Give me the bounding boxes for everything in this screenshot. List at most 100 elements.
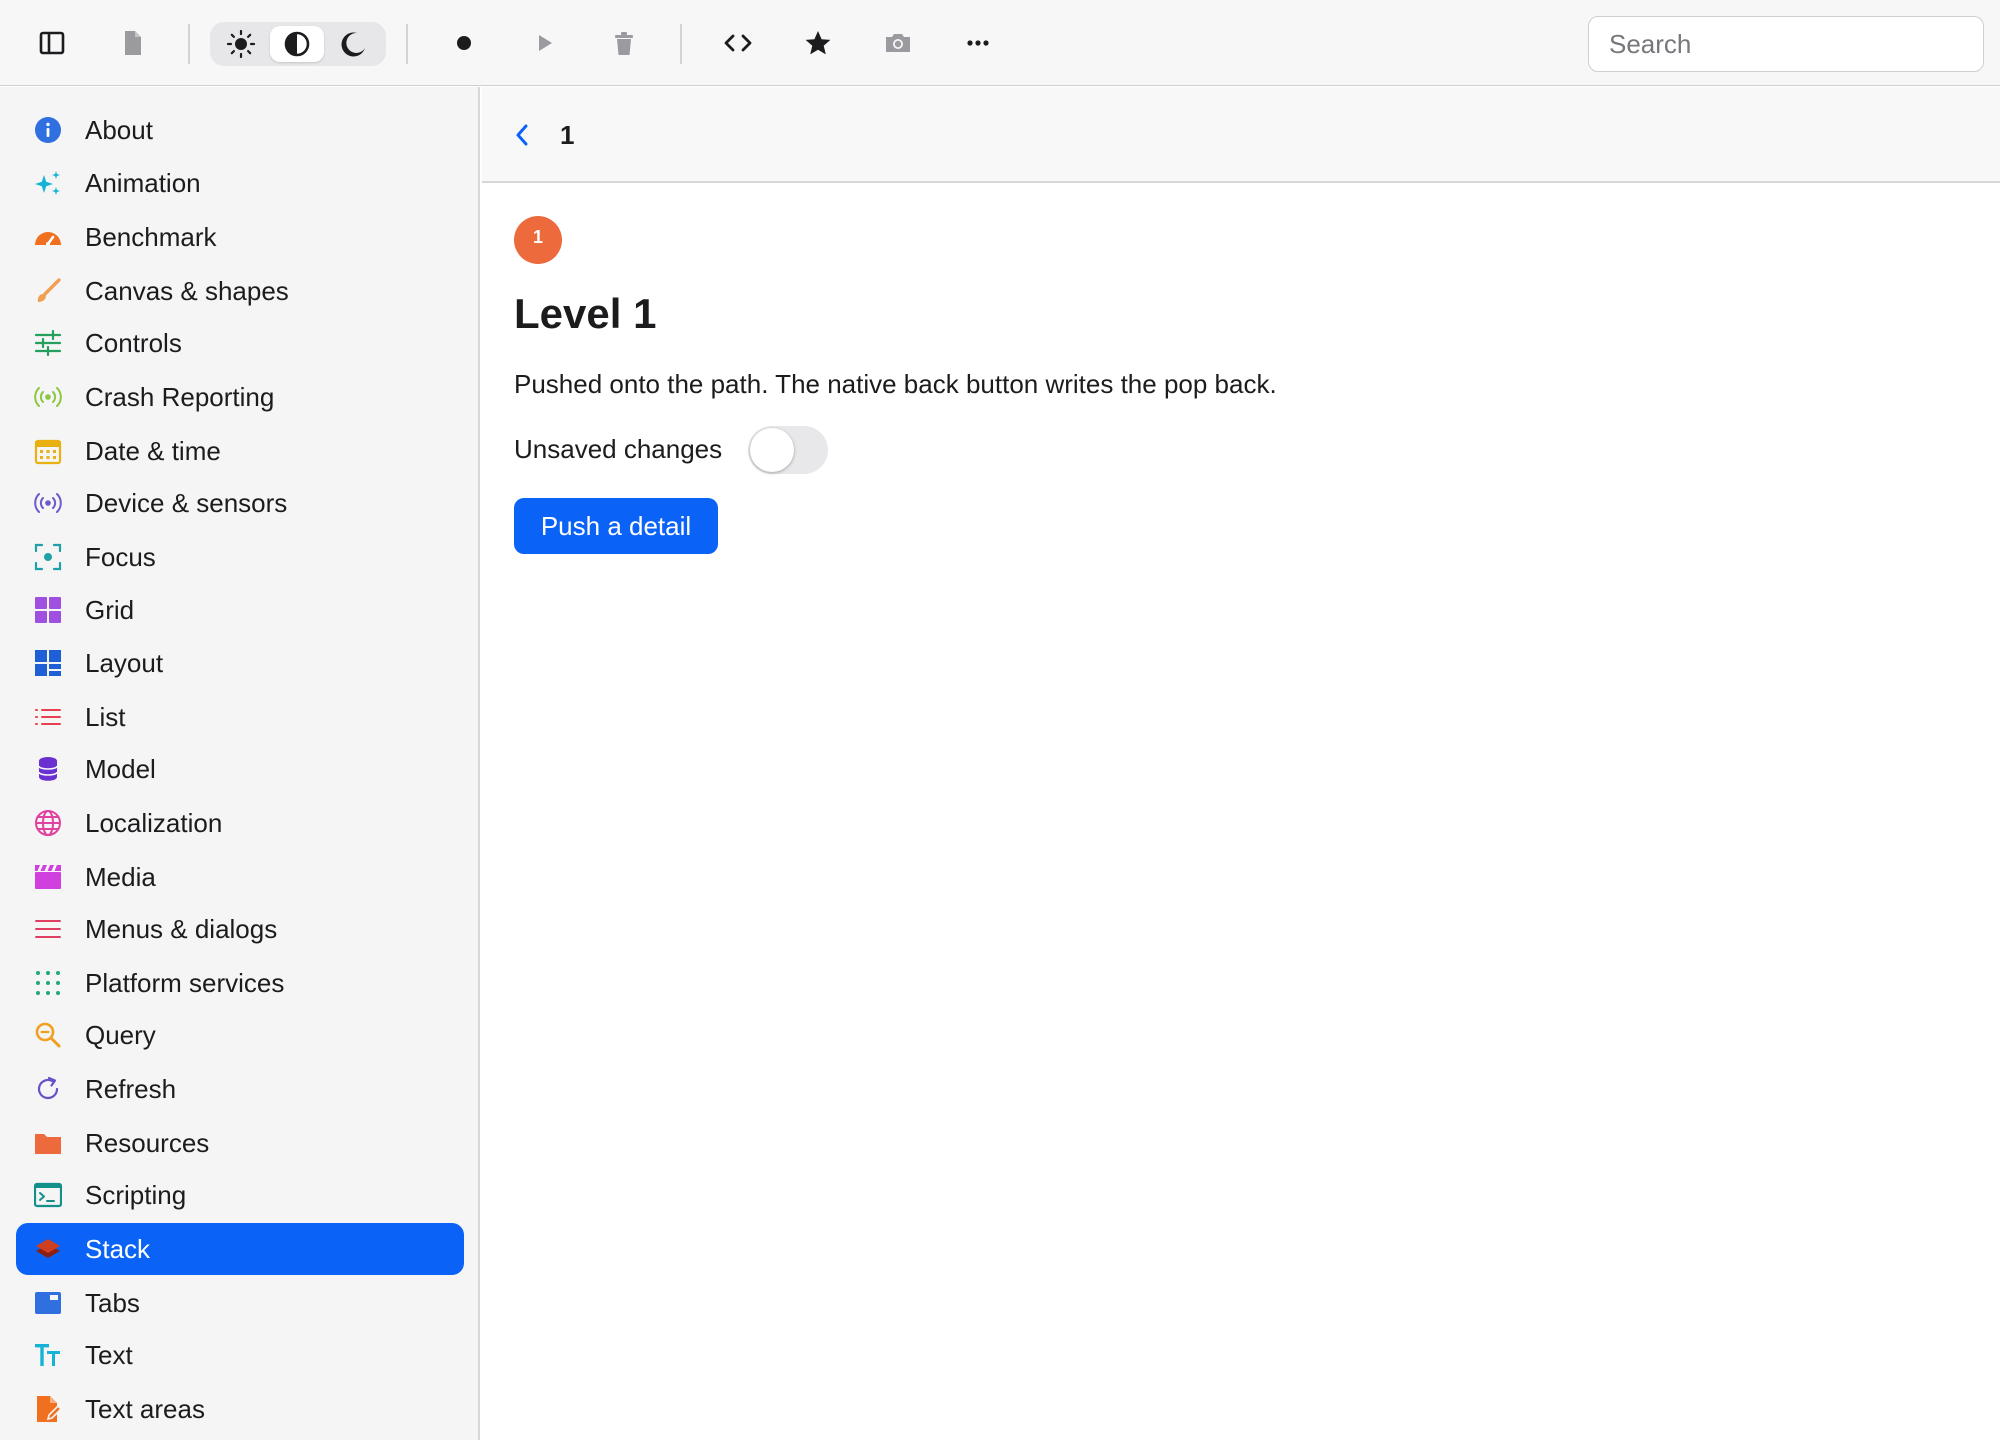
sidebar-item-label: Layout (85, 648, 164, 678)
search-input[interactable] (1588, 16, 1984, 72)
sidebar-item-label: Crash Reporting (85, 382, 275, 412)
sidebar-item-label: Text (85, 1340, 133, 1370)
sensor-icon (34, 489, 62, 517)
sidebar-item-focus[interactable]: Focus (16, 531, 464, 583)
toolbar (0, 0, 2000, 86)
sidebar-item-localization[interactable]: Localization (16, 797, 464, 849)
sidebar-item-label: Platform services (85, 968, 285, 998)
sun-icon[interactable] (214, 26, 268, 62)
sidebar-item-label: List (85, 702, 126, 732)
calendar-icon (34, 437, 62, 465)
sidebar: About Animation Benchmark Canvas & shape… (0, 87, 480, 1440)
back-button[interactable] (498, 111, 546, 159)
sidebar-item-controls[interactable]: Controls (16, 317, 464, 369)
sidebar-item-label: Device & sensors (85, 488, 288, 518)
unsaved-changes-toggle[interactable] (748, 426, 828, 474)
sidebar-item-label: Focus (85, 542, 156, 572)
grid-icon (34, 596, 62, 624)
page-title: Level 1 (514, 290, 657, 337)
sidebar-item-animation[interactable]: Animation (16, 157, 464, 209)
info-icon (34, 116, 62, 144)
sidebar-item-grid[interactable]: Grid (16, 584, 464, 636)
sidebar-item-text-areas[interactable]: Text areas (16, 1383, 464, 1435)
folder-icon (34, 1129, 62, 1157)
sidebar-item-about[interactable]: About (16, 104, 464, 156)
sidebar-item-label: Text areas (85, 1394, 205, 1424)
dots-grid-icon (34, 969, 62, 997)
sidebar-item-resources[interactable]: Resources (16, 1117, 464, 1169)
code-icon[interactable] (714, 19, 762, 67)
sidebar-toggle-icon[interactable] (28, 19, 76, 67)
description-text: Pushed onto the path. The native back bu… (514, 369, 1277, 399)
terminal-icon (34, 1181, 62, 1209)
sliders-icon (34, 329, 62, 357)
search-magnifier-icon (34, 1021, 62, 1049)
sidebar-item-label: Localization (85, 808, 223, 838)
sidebar-item-label: Controls (85, 328, 182, 358)
text-size-icon (34, 1341, 62, 1369)
sidebar-item-tabs[interactable]: Tabs (16, 1277, 464, 1329)
sidebar-item-refresh[interactable]: Refresh (16, 1063, 464, 1115)
focus-icon (34, 543, 62, 571)
sidebar-item-label: Refresh (85, 1074, 177, 1104)
sidebar-item-list[interactable]: List (16, 691, 464, 743)
sidebar-item-label: Query (85, 1020, 156, 1050)
clapper-icon (34, 863, 62, 891)
play-icon[interactable] (520, 19, 568, 67)
toolbar-divider (406, 24, 408, 64)
sidebar-item-menus-dialogs[interactable]: Menus & dialogs (16, 903, 464, 955)
sidebar-item-label: Canvas & shapes (85, 276, 289, 306)
nav-title: 1 (560, 120, 575, 150)
sidebar-item-crash-reporting[interactable]: Crash Reporting (16, 371, 464, 423)
paintbrush-icon (34, 277, 62, 305)
sidebar-item-label: Stack (85, 1234, 151, 1264)
sidebar-item-label: Scripting (85, 1180, 187, 1210)
chevron-left-icon (516, 124, 528, 146)
more-icon[interactable] (954, 19, 1002, 67)
stack-icon (34, 1235, 62, 1263)
sidebar-item-media[interactable]: Media (16, 851, 464, 903)
sidebar-item-device-sensors[interactable]: Device & sensors (16, 477, 464, 529)
sidebar-item-stack[interactable]: Stack (16, 1223, 464, 1275)
sidebar-item-platform-services[interactable]: Platform services (16, 957, 464, 1009)
level-badge: 1 (514, 216, 562, 264)
star-icon[interactable] (794, 19, 842, 67)
sidebar-item-label: Media (85, 862, 156, 892)
record-icon[interactable] (440, 19, 488, 67)
toolbar-divider (188, 24, 190, 64)
menu-icon (34, 915, 62, 943)
sidebar-item-layout[interactable]: Layout (16, 637, 464, 689)
sidebar-item-benchmark[interactable]: Benchmark (16, 211, 464, 263)
moon-icon[interactable] (326, 26, 380, 62)
sidebar-item-canvas-shapes[interactable]: Canvas & shapes (16, 265, 464, 317)
camera-icon[interactable] (874, 19, 922, 67)
sidebar-item-model[interactable]: Model (16, 743, 464, 795)
sidebar-item-label: About (85, 115, 153, 145)
trash-icon[interactable] (600, 19, 648, 67)
document-edit-icon (34, 1395, 62, 1423)
sidebar-item-label: Resources (85, 1128, 210, 1158)
broadcast-icon (34, 383, 62, 411)
tabs-icon (34, 1289, 62, 1317)
sidebar-item-text[interactable]: Text (16, 1329, 464, 1381)
sidebar-item-label: Tabs (85, 1288, 140, 1318)
sidebar-item-label: Animation (85, 168, 201, 198)
contrast-icon[interactable] (270, 26, 324, 62)
toolbar-divider (680, 24, 682, 64)
document-icon[interactable] (108, 19, 156, 67)
gauge-icon (34, 223, 62, 251)
appearance-segmented-control (210, 22, 386, 66)
sidebar-item-scripting[interactable]: Scripting (16, 1169, 464, 1221)
sidebar-item-label: Benchmark (85, 222, 217, 252)
sidebar-item-label: Menus & dialogs (85, 914, 278, 944)
sidebar-item-label: Model (85, 754, 156, 784)
navigation-bar: 1 (482, 87, 2000, 183)
toggle-knob (750, 428, 794, 472)
sidebar-item-date-time[interactable]: Date & time (16, 425, 464, 477)
sidebar-item-label: Date & time (85, 436, 221, 466)
list-icon (34, 703, 62, 731)
layout-icon (34, 649, 62, 677)
push-detail-button[interactable]: Push a detail (514, 498, 718, 554)
sidebar-item-query[interactable]: Query (16, 1009, 464, 1061)
sidebar-item-label: Grid (85, 595, 135, 625)
